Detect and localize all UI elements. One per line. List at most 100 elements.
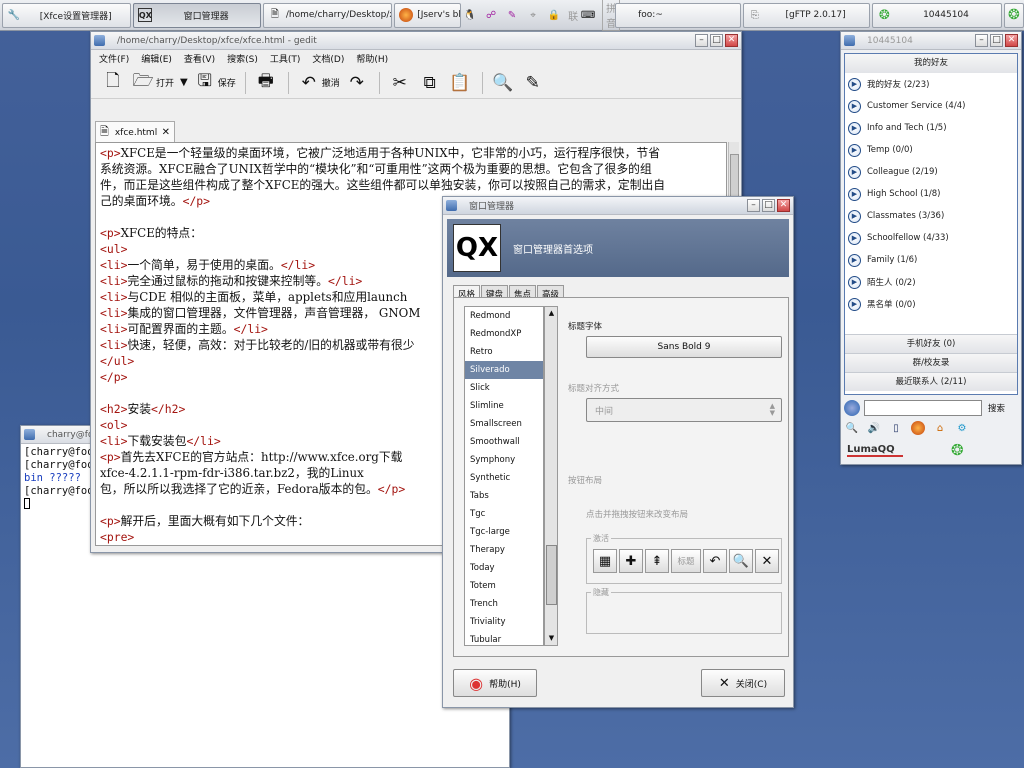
home-icon[interactable]: ⌂	[933, 421, 947, 435]
close-button[interactable]: ✕	[725, 34, 738, 47]
feather-icon[interactable]: ✎	[505, 8, 519, 22]
friend-group[interactable]: ▶ Family (1/6)	[845, 249, 1017, 271]
theme-list-item[interactable]: Tabs	[465, 487, 543, 505]
firefox-icon[interactable]	[911, 421, 925, 435]
recent-contacts-folder[interactable]: 最近联系人 (2/11)	[845, 372, 1017, 391]
groups-alumni-folder[interactable]: 群/校友录	[845, 353, 1017, 372]
online-status-icon[interactable]: ❂	[951, 441, 964, 459]
speaker-icon[interactable]: 🔊	[867, 421, 881, 435]
close-dialog-button[interactable]: ✕ 关闭(C)	[701, 669, 785, 697]
friend-group[interactable]: ▶ Info and Tech (1/5)	[845, 117, 1017, 139]
minimize-button[interactable]: –	[975, 34, 988, 47]
theme-list-item[interactable]: Smoothwall	[465, 433, 543, 451]
open-recent-button[interactable]: ▼	[177, 69, 191, 97]
theme-list-item[interactable]: RedmondXP	[465, 325, 543, 343]
qq-search-input[interactable]	[864, 400, 982, 416]
theme-list-item[interactable]: Totem	[465, 577, 543, 595]
hide-layout-button[interactable]: ↶	[703, 549, 727, 573]
scroll-up-icon[interactable]: ▲	[546, 308, 557, 319]
menu-view[interactable]: 查看(V)	[184, 52, 215, 65]
theme-list-item[interactable]: Today	[465, 559, 543, 577]
maximize-button[interactable]: □	[710, 34, 723, 47]
find-button[interactable]: 🔍	[489, 69, 519, 97]
menu-layout-button[interactable]: ▦	[593, 549, 617, 573]
document-tab[interactable]: 🗎 xfce.html ✕	[95, 121, 175, 143]
theme-list-item[interactable]: Slick	[465, 379, 543, 397]
minimize-button[interactable]: –	[747, 199, 760, 212]
theme-list-item[interactable]: Symphony	[465, 451, 543, 469]
print-button[interactable]: 🖶	[252, 69, 282, 97]
undo-button[interactable]: ↶ 撤消	[295, 69, 343, 97]
friend-group[interactable]: ▶ Colleague (2/19)	[845, 161, 1017, 183]
title-font-button[interactable]: Sans Bold 9	[586, 336, 782, 358]
menu-tools[interactable]: 工具(T)	[270, 52, 301, 65]
theme-list-item[interactable]: Tgc	[465, 505, 543, 523]
theme-list-item[interactable]: Silverado	[465, 361, 543, 379]
gedit-titlebar[interactable]: /home/charry/Desktop/xfce/xfce.html - ge…	[91, 32, 741, 50]
copy-button[interactable]: ⧉	[416, 69, 446, 97]
search-icon[interactable]: 🔍	[845, 421, 859, 435]
theme-list-item[interactable]: Synthetic	[465, 469, 543, 487]
theme-list-item[interactable]: Redmond	[465, 307, 543, 325]
theme-list-item[interactable]: Retro	[465, 343, 543, 361]
qq-titlebar[interactable]: 10445104 – □ ✕	[841, 32, 1021, 50]
friend-group[interactable]: ▶ 陌生人 (0/2)	[845, 271, 1017, 293]
task-terminal[interactable]: foo:~	[615, 2, 741, 28]
scroll-down-icon[interactable]: ▼	[546, 633, 557, 644]
task-firefox[interactable]: [Jserv's blog	[394, 2, 462, 28]
cut-button[interactable]: ✂	[386, 69, 416, 97]
close-layout-button[interactable]: ✕	[755, 549, 779, 573]
close-button[interactable]: ✕	[1005, 34, 1018, 47]
paste-button[interactable]: 📋	[446, 69, 476, 97]
mobile-friends-folder[interactable]: 手机好友 (0)	[845, 334, 1017, 353]
settings-icon[interactable]: ⚙	[955, 421, 969, 435]
scrollbar-thumb[interactable]	[546, 545, 557, 605]
theme-list-scrollbar[interactable]: ▲ ▼	[544, 306, 558, 646]
theme-list-item[interactable]: Tgc-large	[465, 523, 543, 541]
friend-group[interactable]: ▶ Temp (0/0)	[845, 139, 1017, 161]
help-button[interactable]: ◉ 帮助(H)	[453, 669, 537, 697]
minimize-button[interactable]: –	[695, 34, 708, 47]
redo-button[interactable]: ↷	[343, 69, 373, 97]
title-layout-button[interactable]: 标题	[671, 549, 701, 573]
task-gedit[interactable]: 🗎 /home/charry/Desktop/xfce/:	[262, 2, 393, 28]
open-button[interactable]: 🗁 打开	[129, 69, 177, 97]
menu-search[interactable]: 搜索(S)	[227, 52, 258, 65]
task-qq[interactable]: ❂ 10445104	[872, 2, 1002, 28]
maximize-button[interactable]: □	[990, 34, 1003, 47]
task-xfce-settings[interactable]: 🔧 [Xfce设置管理器]	[2, 2, 132, 28]
maximize-button[interactable]: □	[762, 199, 775, 212]
menu-document[interactable]: 文档(D)	[312, 52, 344, 65]
friend-group[interactable]: ▶ High School (1/8)	[845, 183, 1017, 205]
shade-layout-button[interactable]: ⇞	[645, 549, 669, 573]
tab-close-icon[interactable]: ✕	[162, 127, 170, 138]
new-button[interactable]: 🗋	[99, 69, 129, 97]
close-button[interactable]: ✕	[777, 199, 790, 212]
theme-list-item[interactable]: Slimline	[465, 397, 543, 415]
my-friends-header[interactable]: 我的好友	[845, 54, 1017, 73]
friend-group[interactable]: ▶ 我的好友 (2/23)	[845, 73, 1017, 95]
theme-list-item[interactable]: Smallscreen	[465, 415, 543, 433]
friend-group[interactable]: ▶ Customer Service (4/4)	[845, 95, 1017, 117]
pointer-icon[interactable]: ⌖	[526, 8, 540, 22]
theme-list[interactable]: Redmond RedmondXP Retro Silverado Slick Sliml…	[464, 306, 544, 646]
menu-file[interactable]: 文件(F)	[99, 52, 129, 65]
friend-group[interactable]: ▶ Schoolfellow (4/33)	[845, 227, 1017, 249]
qq-search-button[interactable]: 搜索	[988, 402, 1005, 414]
replace-button[interactable]: ✎	[519, 69, 549, 97]
theme-list-item[interactable]: Tubular	[465, 631, 543, 645]
title-alignment-select[interactable]: 中间 ▲ ▼	[586, 398, 782, 422]
theme-list-item[interactable]: Therapy	[465, 541, 543, 559]
mobile-icon[interactable]: ▯	[889, 421, 903, 435]
save-button[interactable]: 🖫 保存	[191, 69, 239, 97]
menu-edit[interactable]: 编辑(E)	[141, 52, 172, 65]
qq-search-status-icon[interactable]	[844, 400, 860, 416]
friend-group[interactable]: ▶ 黑名单 (0/0)	[845, 293, 1017, 315]
friend-group[interactable]: ▶ Classmates (3/36)	[845, 205, 1017, 227]
task-window-manager[interactable]: QX 窗口管理器	[133, 2, 261, 28]
wm-titlebar[interactable]: 窗口管理器 – □ ✕	[443, 197, 793, 215]
theme-list-item[interactable]: Trench	[465, 595, 543, 613]
keyboard-icon[interactable]: ⌨	[581, 8, 595, 22]
tray-qq-button[interactable]: ❂	[1003, 2, 1024, 28]
theme-list-item[interactable]: Triviality	[465, 613, 543, 631]
